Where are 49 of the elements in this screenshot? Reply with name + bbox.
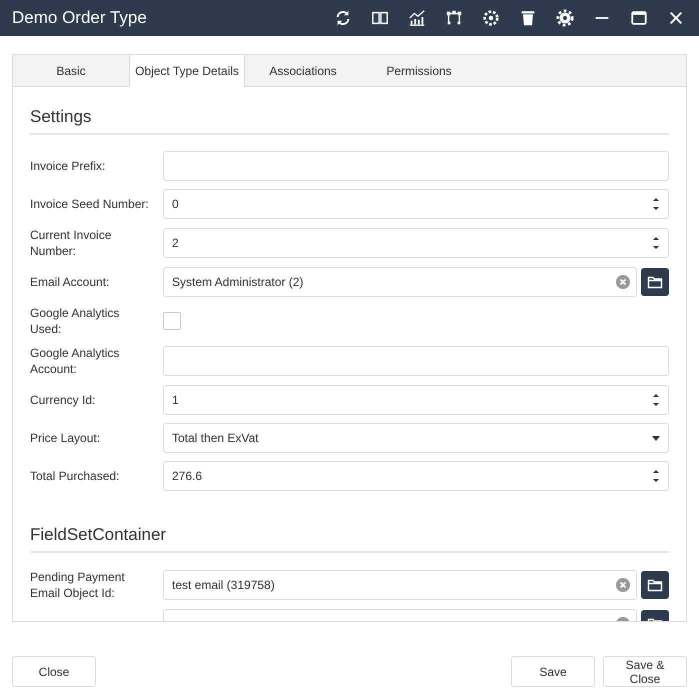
tab[interactable]: Basic <box>13 55 129 86</box>
spinner-icon[interactable] <box>652 197 660 211</box>
clear-icon[interactable] <box>616 578 630 592</box>
field-label: Google Analytics Used: <box>30 305 120 337</box>
save-button[interactable]: Save <box>511 656 595 687</box>
field-label: Current Invoice Number: <box>30 227 112 259</box>
clear-icon[interactable] <box>616 275 630 289</box>
field-label: Invoice Prefix: <box>30 158 106 174</box>
spinner-icon[interactable] <box>652 236 660 250</box>
folder-icon <box>647 275 663 289</box>
window-title: Demo Order Type <box>12 8 148 28</box>
close-icon[interactable] <box>667 9 685 27</box>
browse-button[interactable] <box>641 571 669 599</box>
caret-icon <box>652 436 660 440</box>
number-field[interactable]: 0 <box>163 189 669 219</box>
maximize-icon[interactable] <box>630 9 648 27</box>
refresh-icon[interactable] <box>334 9 352 27</box>
field-label: Email Account: <box>30 274 110 290</box>
checkbox[interactable] <box>163 312 181 330</box>
section-heading: Settings <box>30 99 669 135</box>
picker-field[interactable]: System Administrator (2) <box>163 267 637 297</box>
section-heading: FieldSetContainer <box>30 517 669 553</box>
tab[interactable]: Permissions <box>361 55 477 86</box>
close-button[interactable]: Close <box>12 656 96 687</box>
field-label: Invoice Seed Number: <box>30 196 150 212</box>
tab[interactable]: Associations <box>245 55 361 86</box>
field-label: Pending Payment Email Object Id: <box>30 569 126 601</box>
field-label: Currency Id: <box>30 392 96 408</box>
picker-field[interactable]: test email (319758) <box>163 570 637 600</box>
number-field[interactable]: 2 <box>163 228 669 258</box>
input-field[interactable] <box>163 346 669 376</box>
field-label: Price Layout: <box>30 430 102 446</box>
number-field[interactable]: 276.6 <box>163 461 669 491</box>
tab[interactable]: Object Type Details <box>129 55 245 87</box>
number-field[interactable]: 1 <box>163 385 669 415</box>
field-label: Total Purchased: <box>30 468 120 484</box>
save-button[interactable]: Save & Close <box>603 656 687 687</box>
input-field[interactable] <box>163 151 669 181</box>
select-field[interactable]: Total then ExVat <box>163 423 669 453</box>
nodes-icon[interactable] <box>445 9 463 27</box>
spinner-icon[interactable] <box>652 393 660 407</box>
folder-icon <box>647 578 663 592</box>
book-icon[interactable] <box>371 9 389 27</box>
spinner-icon[interactable] <box>652 469 660 483</box>
field-label: Google Analytics Account: <box>30 345 120 377</box>
chart-icon[interactable] <box>408 9 426 27</box>
trash-icon[interactable] <box>519 9 537 27</box>
browse-button[interactable] <box>641 268 669 296</box>
settings-icon[interactable] <box>556 9 574 27</box>
